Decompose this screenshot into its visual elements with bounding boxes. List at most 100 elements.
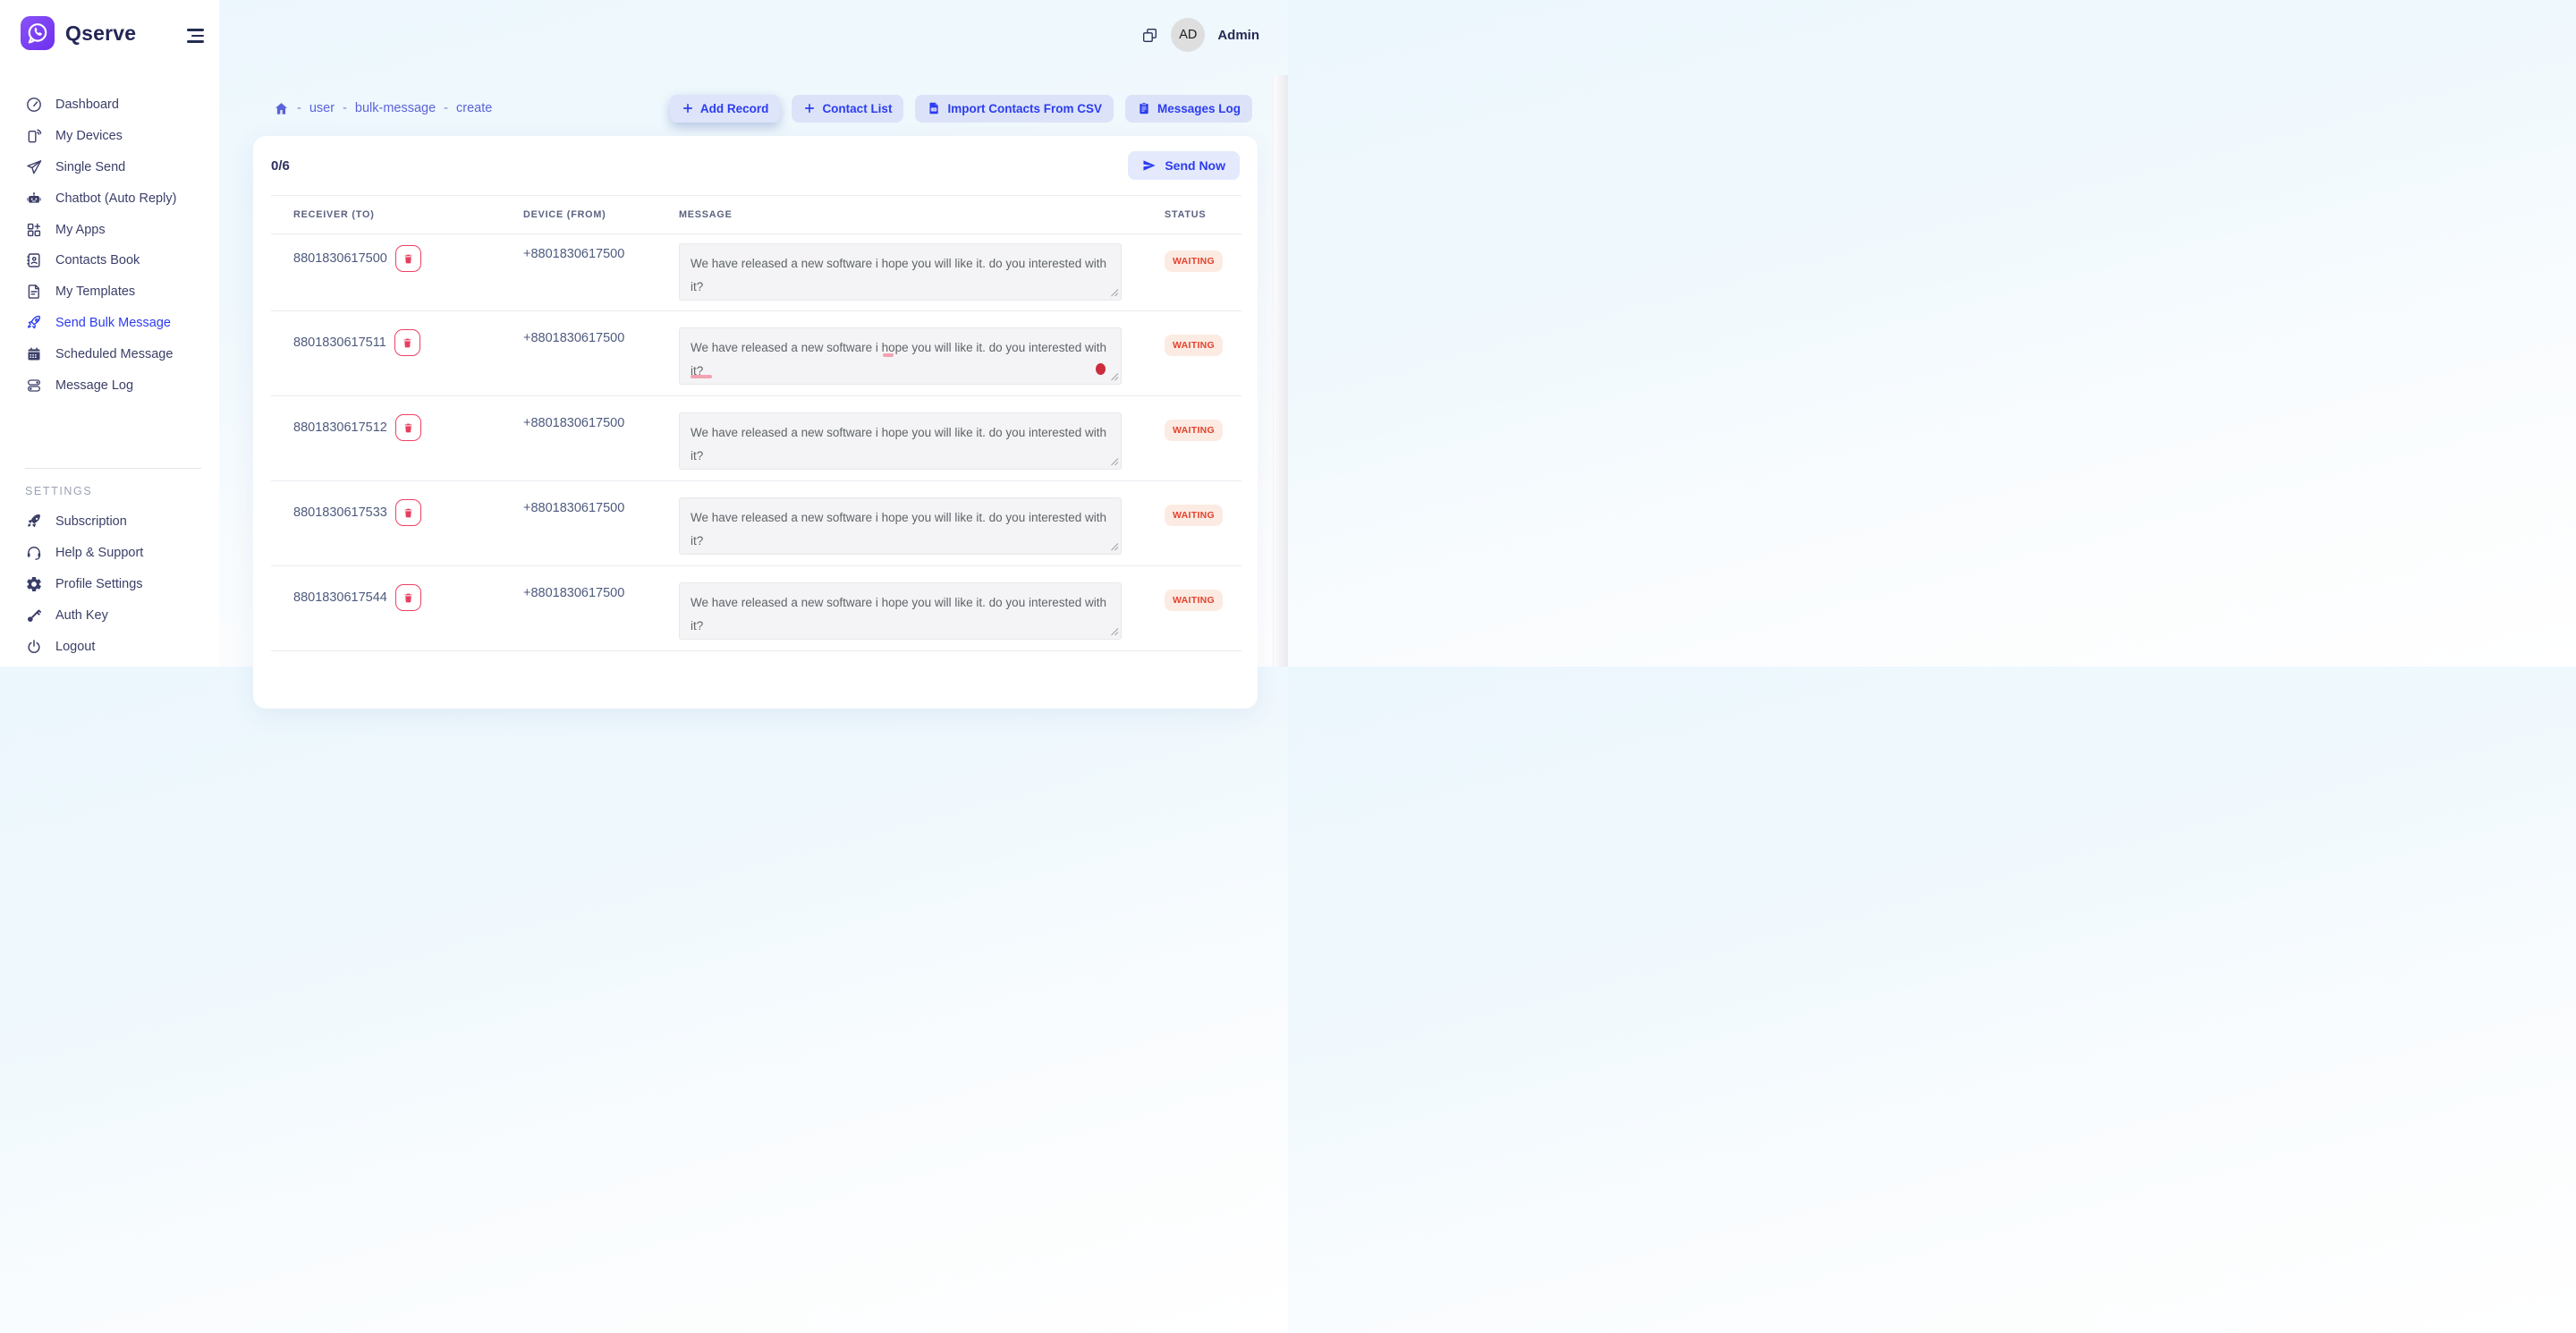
action-buttons: Add Record Contact List CSV Import Conta… (670, 95, 1252, 123)
template-file-icon (25, 283, 43, 301)
trash-icon (402, 422, 414, 434)
key-icon (25, 607, 43, 624)
status-badge: WAITING (1165, 590, 1223, 611)
user-name[interactable]: Admin (1217, 28, 1259, 43)
action-button-label: Import Contacts From CSV (947, 102, 1102, 115)
column-header: DEVICE (FROM) (523, 209, 679, 220)
sidebar-item-label: My Devices (55, 129, 123, 143)
table-body: 8801830617500 +8801830617500 WAITING 880… (271, 234, 1241, 651)
sidebar-item-label: Subscription (55, 514, 127, 529)
table-row: 8801830617500 +8801830617500 WAITING (271, 234, 1241, 311)
sidebar-item-auth-key[interactable]: Auth Key (0, 599, 219, 631)
sidebar-item-label: Dashboard (55, 98, 119, 112)
message-textarea[interactable] (679, 243, 1122, 301)
sidebar-item-label: My Templates (55, 284, 135, 299)
message-textarea[interactable] (679, 412, 1122, 470)
messages-log-button[interactable]: Messages Log (1125, 95, 1252, 123)
message-textarea[interactable] (679, 327, 1122, 385)
sidebar-item-send-bulk-message[interactable]: Send Bulk Message (0, 308, 219, 339)
sidebar-item-single-send[interactable]: Single Send (0, 152, 219, 183)
device-number: +8801830617500 (523, 586, 679, 600)
sidebar-item-label: Logout (55, 640, 95, 654)
delete-record-button[interactable] (395, 584, 421, 611)
sidebar-item-my-devices[interactable]: My Devices (0, 121, 219, 152)
trash-icon (402, 592, 414, 604)
whatsapp-logo-icon (20, 15, 55, 51)
sidebar-item-label: Scheduled Message (55, 347, 173, 361)
sidebar-item-chatbot-auto-reply[interactable]: Chatbot (Auto Reply) (0, 183, 219, 214)
message-textarea[interactable] (679, 497, 1122, 555)
sidebar-item-scheduled-message[interactable]: Scheduled Message (0, 338, 219, 369)
trash-icon (402, 337, 413, 349)
column-header: STATUS (1165, 209, 1241, 220)
paper-plane-icon (25, 158, 43, 176)
avatar[interactable]: AD (1171, 18, 1205, 52)
table-row: 8801830617533 +8801830617500 WAITING (271, 481, 1241, 566)
action-button-label: Contact List (822, 102, 892, 115)
breadcrumb-item-create[interactable]: create (456, 101, 492, 115)
gear-icon (25, 575, 43, 593)
hamburger-menu-icon[interactable] (187, 29, 204, 43)
breadcrumb-item-user[interactable]: user (309, 101, 335, 115)
brand-name: Qserve (65, 21, 136, 46)
breadcrumb-separator: - (297, 101, 301, 115)
breadcrumb-item-bulk-message[interactable]: bulk-message (355, 101, 436, 115)
trash-icon (402, 253, 414, 265)
table-row: 8801830617544 +8801830617500 WAITING (271, 566, 1241, 651)
power-icon (25, 638, 43, 656)
page-scrollbar[interactable] (1273, 75, 1288, 666)
plus-icon (803, 102, 816, 115)
breadcrumb: -user-bulk-message-create (274, 101, 492, 116)
gauge-icon (25, 96, 43, 114)
bulk-message-card: 0/6 Send Now RECEIVER (TO)DEVICE (FROM)M… (253, 136, 1258, 709)
delete-record-button[interactable] (395, 499, 421, 526)
receiver-number: 8801830617544 (293, 590, 387, 605)
sidebar-item-message-log[interactable]: Message Log (0, 369, 219, 401)
sidebar-item-help-support[interactable]: Help & Support (0, 538, 219, 569)
import-contacts-from-csv-button[interactable]: CSV Import Contacts From CSV (915, 95, 1114, 123)
device-number: +8801830617500 (523, 247, 679, 261)
send-now-label: Send Now (1165, 158, 1225, 173)
brand-logo[interactable]: Qserve (0, 0, 219, 51)
action-button-label: Messages Log (1157, 102, 1241, 115)
sidebar-item-logout[interactable]: Logout (0, 631, 219, 662)
sidebar-item-label: Single Send (55, 160, 125, 174)
contact-list-button[interactable]: Contact List (792, 95, 903, 123)
home-icon[interactable] (274, 101, 289, 116)
delete-record-button[interactable] (394, 329, 420, 356)
sidebar-item-label: Message Log (55, 378, 133, 393)
device-number: +8801830617500 (523, 501, 679, 515)
settings-section-label: SETTINGS (25, 485, 92, 497)
headset-icon (25, 544, 43, 562)
delete-record-button[interactable] (395, 245, 421, 272)
receiver-number: 8801830617512 (293, 420, 387, 435)
messages-table: RECEIVER (TO)DEVICE (FROM)MESSAGESTATUS … (271, 195, 1241, 651)
plus-icon (682, 102, 694, 115)
send-now-button[interactable]: Send Now (1128, 151, 1240, 180)
delete-record-button[interactable] (395, 414, 421, 441)
csv-file-icon: CSV (927, 101, 941, 115)
status-badge: WAITING (1165, 420, 1223, 441)
sidebar-item-my-apps[interactable]: My Apps (0, 214, 219, 245)
copy-icon[interactable] (1141, 27, 1158, 44)
sidebar-item-my-templates[interactable]: My Templates (0, 276, 219, 308)
sidebar-item-subscription[interactable]: Subscription (0, 506, 219, 538)
table-row: 8801830617511 +8801830617500 WAITING (271, 311, 1241, 396)
table-header-row: RECEIVER (TO)DEVICE (FROM)MESSAGESTATUS (271, 195, 1241, 234)
status-badge: WAITING (1165, 335, 1223, 356)
sidebar-item-contacts-book[interactable]: Contacts Book (0, 245, 219, 276)
receiver-number: 8801830617511 (293, 335, 386, 350)
message-log-icon (25, 377, 43, 395)
card-header: 0/6 Send Now (253, 136, 1258, 195)
sidebar-item-profile-settings[interactable]: Profile Settings (0, 569, 219, 600)
device-number: +8801830617500 (523, 416, 679, 430)
sidebar-item-dashboard[interactable]: Dashboard (0, 89, 219, 121)
contacts-book-icon (25, 251, 43, 269)
add-record-button[interactable]: Add Record (670, 95, 781, 123)
sidebar-item-label: Auth Key (55, 608, 108, 623)
sidebar-item-label: Chatbot (Auto Reply) (55, 191, 176, 206)
message-textarea[interactable] (679, 582, 1122, 640)
sidebar-settings-nav: Subscription Help & Support Profile Sett… (0, 506, 219, 662)
device-number: +8801830617500 (523, 331, 679, 345)
sidebar-item-label: Contacts Book (55, 253, 140, 267)
